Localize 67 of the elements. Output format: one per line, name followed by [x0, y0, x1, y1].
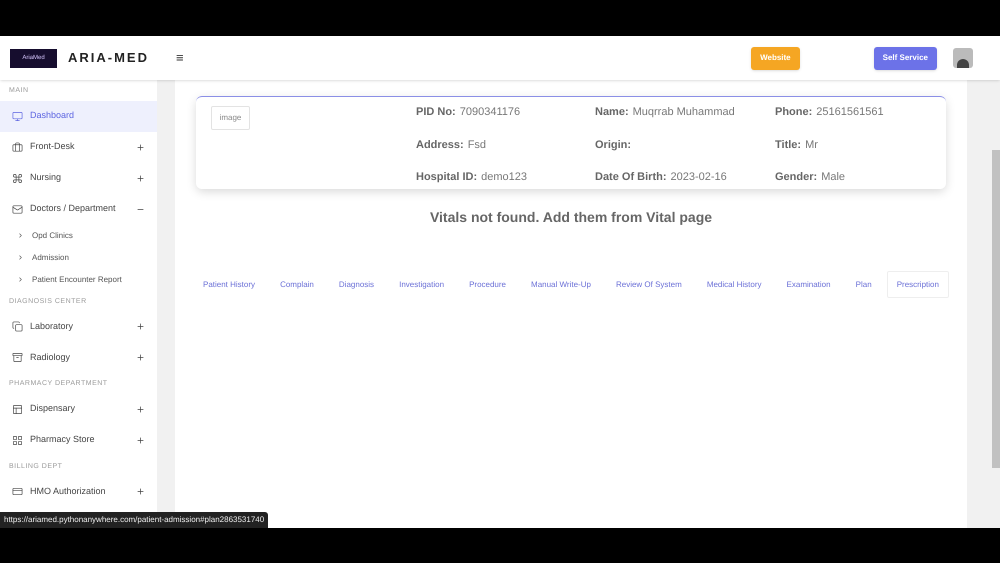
- field-value: 7090341176: [460, 105, 520, 120]
- chevron-icon: [17, 232, 24, 239]
- field-label: Title:: [775, 138, 802, 153]
- expand-icon[interactable]: [136, 142, 145, 152]
- tab[interactable]: Investigation: [389, 271, 454, 298]
- field-label: Gender:: [775, 170, 818, 185]
- sidebar-item[interactable]: Doctors / Department: [0, 194, 157, 224]
- scrollbar[interactable]: [992, 80, 1000, 528]
- header-button[interactable]: Self Service: [874, 46, 937, 70]
- command-icon: [12, 172, 23, 184]
- brand-name: ARIA-MED: [68, 49, 149, 68]
- briefcase-icon: [12, 142, 23, 152]
- expand-icon[interactable]: [136, 436, 145, 444]
- avatar[interactable]: [953, 48, 973, 68]
- tab[interactable]: Prescription: [886, 271, 949, 298]
- envelope-icon: [12, 204, 23, 214]
- field-value: demo123: [481, 170, 527, 185]
- card-icon: [12, 486, 23, 497]
- copy-icon: [12, 321, 23, 332]
- expand-icon[interactable]: [136, 487, 145, 496]
- field-label: Hospital ID:: [416, 170, 478, 185]
- tab[interactable]: Complain: [270, 271, 324, 298]
- sidebar-item[interactable]: Radiology: [0, 342, 157, 373]
- field-label: PID No:: [416, 105, 456, 120]
- expand-icon[interactable]: [136, 174, 145, 182]
- tab[interactable]: Procedure: [459, 271, 516, 298]
- field-value: Muqrrab Muhammad: [632, 105, 735, 120]
- sidebar-item[interactable]: HMO Authorization: [0, 476, 157, 507]
- field-label: Address:: [416, 138, 464, 153]
- tab[interactable]: Diagnosis: [328, 271, 384, 298]
- tab[interactable]: Plan: [846, 271, 882, 298]
- field-value: 25161561561: [816, 105, 884, 120]
- field-label: Name:: [595, 105, 629, 120]
- tab[interactable]: Patient History: [193, 271, 266, 298]
- tab[interactable]: Medical History: [696, 271, 772, 298]
- expand-icon[interactable]: [136, 322, 145, 331]
- submenu-item[interactable]: Patient Encounter Report: [0, 268, 157, 290]
- field-label: Phone:: [775, 105, 812, 120]
- tab[interactable]: Examination: [776, 271, 841, 298]
- sidebar-item[interactable]: Dashboard: [0, 100, 157, 132]
- sidebar-item[interactable]: Nursing: [0, 162, 157, 194]
- field-label: Date Of Birth:: [595, 170, 666, 185]
- tab[interactable]: Manual Write-Up: [521, 271, 601, 298]
- grid-icon: [12, 434, 23, 446]
- tab[interactable]: Review Of System: [606, 271, 692, 298]
- sidebar-item[interactable]: Front-Desk: [0, 132, 157, 162]
- submenu-item[interactable]: Admission: [0, 246, 157, 268]
- link-tooltip: https://ariamed.pythonanywhere.com/patient-admission#plan2863531740: [0, 512, 268, 528]
- sidebar-item[interactable]: Pharmacy Store: [0, 424, 157, 456]
- field-value: Mr: [805, 138, 818, 153]
- field-label: Origin:: [595, 138, 632, 153]
- sidebar-item[interactable]: Laboratory: [0, 311, 157, 342]
- chevron-icon: [17, 254, 24, 261]
- monitor-icon: [12, 110, 23, 122]
- panel-icon: [12, 404, 23, 414]
- field-value: 2023-02-16: [670, 170, 727, 185]
- menu-button[interactable]: ≡: [176, 48, 184, 68]
- field-value: Fsd: [468, 138, 486, 153]
- field-value: Male: [821, 170, 846, 185]
- archive-icon: [12, 352, 23, 363]
- chevron-icon: [17, 276, 24, 283]
- expand-icon[interactable]: [136, 353, 145, 362]
- expand-icon[interactable]: [136, 404, 145, 414]
- broken-image: image: [211, 106, 250, 130]
- submenu-item[interactable]: Opd Clinics: [0, 224, 157, 246]
- vitals-message: Vitals not found. Add them from Vital page: [430, 208, 712, 227]
- sidebar-item[interactable]: Dispensary: [0, 394, 157, 424]
